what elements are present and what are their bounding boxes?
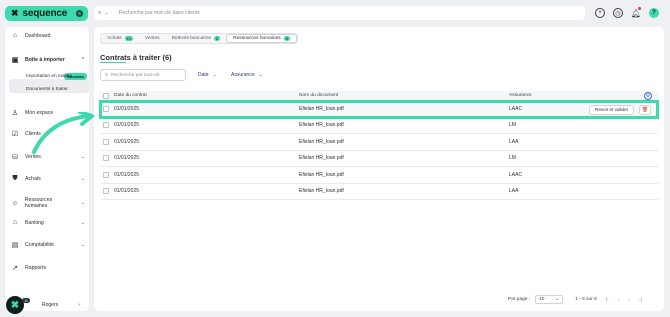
- sidebar-item-accounting[interactable]: ▤ Comptabilité ⌄: [11, 241, 85, 249]
- tab-count: 10: [124, 36, 133, 41]
- logo-mark-icon: ✖: [11, 8, 19, 18]
- chevron-down-icon: ⌄: [80, 154, 85, 160]
- table-search-input[interactable]: ⌕ Recherche par mot-clé: [100, 69, 186, 81]
- sidebar-item-purchases[interactable]: ⛊ Achats ⌄: [11, 175, 85, 183]
- tab-count: 6: [283, 36, 290, 41]
- global-search[interactable]: ⌕ ⌄ Recherche par mot-clé dans clients: [94, 6, 585, 20]
- gear-icon[interactable]: ⚙: [644, 91, 652, 100]
- avatar: ✖ 11: [6, 296, 30, 314]
- chevron-up-icon: ⌃: [80, 57, 85, 63]
- bag-icon: ⛊: [12, 175, 18, 182]
- document-tabs: Achats 10 Ventes Relevés bancaires 2 Res…: [100, 33, 298, 44]
- chevron-right-icon: ›: [78, 302, 80, 308]
- chevron-down-icon[interactable]: ⌄: [104, 10, 108, 16]
- row-checkbox[interactable]: [103, 188, 109, 195]
- chevron-down-icon: ⌄: [80, 242, 85, 248]
- sales-icon: ⛁: [12, 154, 18, 161]
- chevron-down-icon: ⌄: [80, 219, 85, 226]
- table-row[interactable]: 01/01/2025 Efielan HR_Ioan.pdf LAA: [100, 134, 658, 151]
- main-panel: Achats 10 Ventes Relevés bancaires 2 Res…: [94, 27, 664, 311]
- calculator-icon: ▤: [11, 242, 19, 249]
- user-menu[interactable]: ✖ 11 Rogers ›: [6, 296, 80, 314]
- bank-icon: ⌂: [12, 219, 18, 226]
- people-icon: ☺: [11, 199, 19, 207]
- next-page-icon[interactable]: ›: [628, 297, 630, 303]
- add-icon[interactable]: +: [595, 8, 605, 18]
- chevron-down-icon: ⌄: [258, 72, 263, 77]
- user-icon: ♙: [11, 110, 19, 117]
- tab-sales[interactable]: Ventes: [139, 34, 166, 43]
- sidebar-item-inbox[interactable]: ▣ Boîte à importer ⌃: [11, 56, 85, 64]
- sidebar-item-banking[interactable]: ⌂ Banking ⌄: [11, 219, 85, 226]
- avatar-logo-icon: ✖: [10, 299, 20, 311]
- select-all-checkbox[interactable]: [103, 92, 109, 99]
- row-checkbox[interactable]: [103, 138, 109, 145]
- help-icon[interactable]: ?: [649, 8, 659, 18]
- sidebar-subitem-documents[interactable]: Documents à traiter: [26, 87, 68, 92]
- tab-count: 2: [214, 36, 221, 41]
- insurance-filter[interactable]: Assurance ⌄: [231, 72, 262, 78]
- table-row[interactable]: 01/01/2025 Efielan HR_Ioan.pdf LM: [100, 118, 658, 134]
- search-icon: ⌕: [105, 71, 109, 78]
- home-icon: ⌂: [12, 32, 18, 39]
- sidebar-subitem-bulk-import[interactable]: Importation en masse: [26, 74, 72, 79]
- clients-icon: ☑: [11, 131, 19, 138]
- review-validate-button[interactable]: Revoir et valider: [589, 104, 635, 115]
- title-underline: [100, 62, 126, 63]
- inbox-icon: ▣: [11, 57, 19, 64]
- column-header-date[interactable]: Date du contrat: [114, 93, 147, 98]
- sidebar-item-reports[interactable]: ↗ Rapports: [11, 264, 85, 272]
- per-page-select[interactable]: 10 ⌄: [535, 295, 564, 304]
- user-count-badge: 11: [22, 298, 30, 303]
- tab-purchases[interactable]: Achats 10: [101, 34, 139, 43]
- row-checkbox[interactable]: [103, 105, 109, 112]
- table-row[interactable]: 01/01/2025 Efielan HR_Ioan.pdf LM: [100, 151, 658, 167]
- notification-dot: [638, 7, 641, 10]
- bell-icon[interactable]: 🔔︎: [631, 7, 641, 18]
- sidebar-item-sales[interactable]: ⛁ Ventes ⌄: [11, 153, 85, 161]
- app-logo[interactable]: ✖ sequence S: [5, 6, 88, 21]
- table-row[interactable]: 01/01/2025 Efielan HR_Ioan.pdf LAA: [100, 184, 658, 200]
- tab-hr[interactable]: Ressources humaines 6: [226, 34, 297, 43]
- chevron-down-icon: ⌄: [80, 176, 85, 182]
- row-checkbox[interactable]: [103, 122, 109, 129]
- page-title: Contrats à traiter (6): [100, 53, 172, 62]
- sidebar: Nouveau ⌂ Dashboard ▣ Boîte à importer ⌃…: [5, 27, 89, 311]
- table-row[interactable]: 01/01/2025 Efielan HR_Ioan.pdf LAAC Revo…: [99, 100, 659, 119]
- row-checkbox[interactable]: [103, 155, 109, 162]
- chevron-down-icon: ⌄: [555, 297, 560, 302]
- column-header-insurance[interactable]: Assurance: [509, 93, 532, 98]
- per-page-label: Par page :: [508, 297, 531, 302]
- pagination-range: 1 - 6 sur 6: [575, 297, 597, 302]
- chevron-down-icon: ⌄: [212, 72, 217, 77]
- topbar-actions: + ◷ 🔔︎ ?: [595, 7, 659, 18]
- table-row[interactable]: 01/01/2025 Efielan HR_Ioan.pdf LAAC: [100, 167, 658, 184]
- column-header-doc[interactable]: Nom du document: [299, 93, 338, 98]
- brand-name: sequence: [22, 8, 68, 19]
- sidebar-item-dashboard[interactable]: ⌂ Dashboard: [11, 32, 85, 39]
- search-icon: ⌕: [98, 9, 102, 16]
- global-search-placeholder: Recherche par mot-clé dans clients: [118, 10, 200, 16]
- trash-icon[interactable]: 🗑︎: [639, 104, 651, 115]
- clock-icon[interactable]: ◷: [613, 8, 623, 18]
- last-page-icon[interactable]: ›|: [639, 297, 642, 303]
- pagination: Par page : 10 ⌄ 1 - 6 sur 6 |‹ ‹ › ›|: [508, 295, 642, 304]
- sidebar-item-hr[interactable]: ☺ Ressources humaines ⌄: [11, 197, 85, 209]
- sidebar-item-my-space[interactable]: ♙ Mon espace: [11, 109, 85, 117]
- tab-bank-statements[interactable]: Relevés bancaires 2: [166, 34, 227, 43]
- sidebar-item-clients[interactable]: ☑ Clients: [11, 130, 85, 138]
- date-filter[interactable]: Date ⌄: [198, 72, 216, 78]
- chart-icon: ↗: [12, 265, 18, 272]
- user-name: Rogers: [42, 302, 59, 308]
- prev-page-icon[interactable]: ‹: [618, 297, 620, 303]
- contracts-table: Date du contrat Nom du document Assuranc…: [99, 91, 659, 200]
- row-checkbox[interactable]: [103, 171, 109, 178]
- chevron-down-icon: ⌄: [80, 200, 85, 206]
- workspace-badge[interactable]: S: [76, 10, 83, 17]
- first-page-icon[interactable]: |‹: [606, 297, 609, 303]
- table-header: Date du contrat Nom du document Assuranc…: [100, 91, 658, 101]
